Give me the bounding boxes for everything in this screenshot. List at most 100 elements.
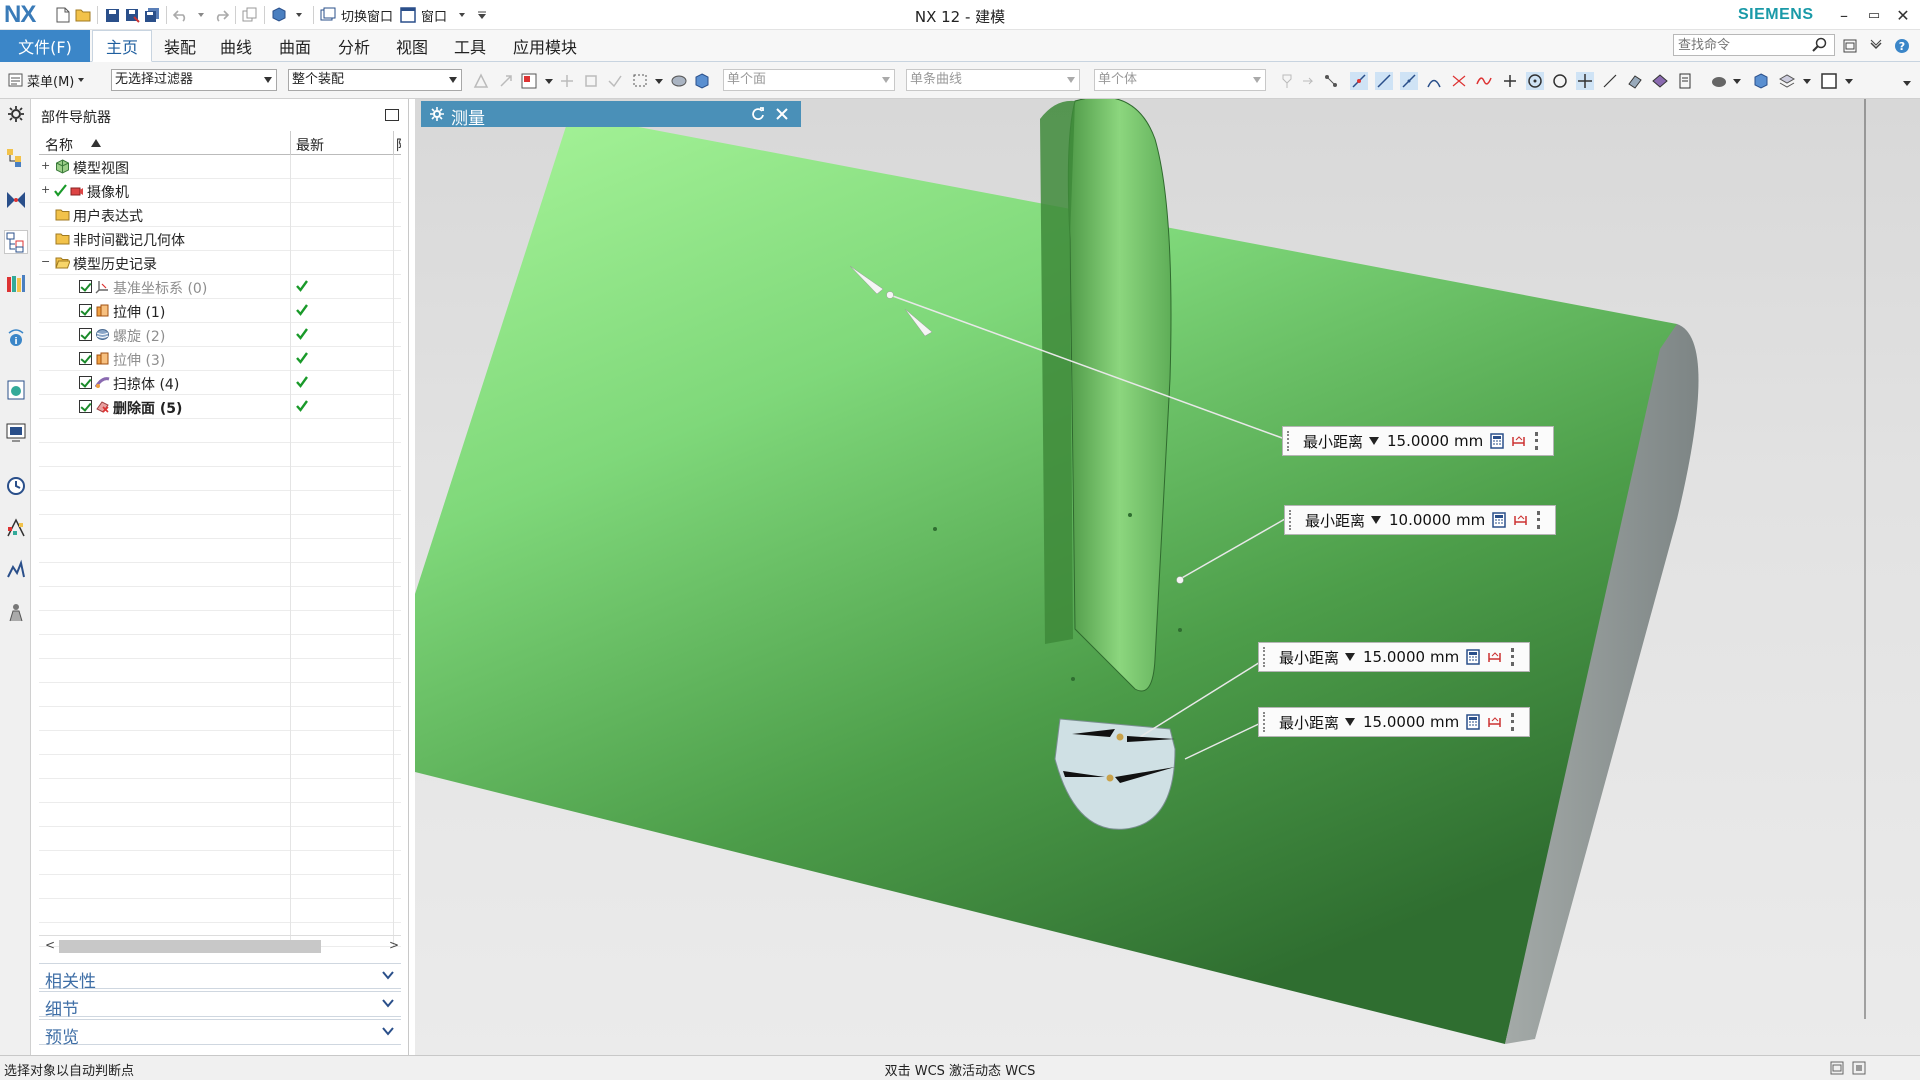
customize-qat-icon[interactable] [473, 6, 491, 24]
assembly-navigator-icon[interactable] [5, 147, 27, 169]
dimension-label-1[interactable]: 最小距离 15.0000 mm [1282, 426, 1554, 456]
select-body-icon[interactable] [670, 72, 688, 90]
column-header-name[interactable]: 名称 [45, 135, 73, 155]
close-button[interactable]: ✕ [1889, 3, 1917, 27]
save-all-icon[interactable] [143, 6, 161, 24]
drag-handle[interactable] [1263, 647, 1273, 667]
maximize-panel-button[interactable] [385, 109, 399, 121]
end-point-snap-icon[interactable] [1375, 72, 1393, 90]
tree-node-extrude-1[interactable]: 拉伸 (1) [39, 299, 401, 323]
expand-toggle[interactable]: + [41, 160, 50, 171]
graphics-window[interactable]: 测量 最小距离 15.0000 mm 最小距离 10.0000 mm 最小距离 … [415, 99, 1920, 1055]
switch-window-button[interactable]: 切换窗口 [341, 6, 393, 25]
visibility-checkbox[interactable] [79, 280, 92, 293]
measure-dialog-header[interactable]: 测量 [421, 101, 801, 129]
shaded-view-icon[interactable] [1752, 72, 1770, 90]
save-icon[interactable] [103, 6, 121, 24]
chevron-down-icon[interactable] [453, 6, 471, 24]
visibility-checkbox[interactable] [79, 304, 92, 317]
create-annotation-icon[interactable] [1511, 433, 1527, 449]
tree-node-helix-2[interactable]: 螺旋 (2) [39, 323, 401, 347]
layer-icon[interactable] [1778, 72, 1796, 90]
dropdown-arrow-icon[interactable] [1345, 653, 1356, 661]
collapse-toggle[interactable]: − [41, 256, 50, 267]
snap-enabled-icon[interactable] [1350, 72, 1368, 90]
create-annotation-icon[interactable] [1513, 512, 1529, 528]
open-folder-icon[interactable] [74, 6, 92, 24]
drag-handle[interactable] [1287, 431, 1297, 451]
roles-icon[interactable] [5, 601, 27, 623]
dropdown-arrow-icon[interactable] [1371, 516, 1382, 524]
select-parent-icon[interactable] [582, 72, 600, 90]
tree-node-model-views[interactable]: + 模型视图 [39, 155, 401, 179]
calculator-icon[interactable] [1465, 714, 1481, 730]
restore-button[interactable]: ▭ [1860, 3, 1888, 27]
hd3d-tools-icon[interactable]: i [5, 327, 27, 349]
more-options-icon[interactable] [1535, 432, 1539, 450]
expand-toggle[interactable]: + [41, 184, 50, 195]
tab-analysis[interactable]: 分析 [326, 30, 382, 62]
measure-type-select[interactable]: 最小距离 [1303, 431, 1363, 452]
render-style-icon[interactable] [1710, 72, 1728, 90]
column-header-extra[interactable]: 附 [396, 135, 401, 155]
quadrant-snap-icon[interactable] [1551, 72, 1569, 90]
details-section[interactable]: 细节 [39, 991, 401, 1020]
tree-node-delete-face-5[interactable]: 删除面 (5) [39, 395, 401, 419]
preview-section[interactable]: 预览 [39, 1019, 401, 1048]
perpendicular-snap-icon[interactable] [1501, 72, 1519, 90]
select-feature-icon[interactable] [558, 72, 576, 90]
point-on-curve-snap-icon[interactable] [1601, 72, 1619, 90]
tab-view[interactable]: 视图 [384, 30, 440, 62]
tab-curve[interactable]: 曲线 [208, 30, 264, 62]
face-rule-combo[interactable]: 单个面 [723, 69, 895, 91]
collapse-ribbon-icon[interactable] [1868, 38, 1884, 54]
chevron-down-icon[interactable] [650, 72, 668, 90]
dependencies-section[interactable]: 相关性 [39, 963, 401, 992]
create-annotation-icon[interactable] [1487, 649, 1503, 665]
pole-snap-icon[interactable] [1676, 72, 1694, 90]
visibility-checkbox[interactable] [79, 376, 92, 389]
existing-point-snap-icon[interactable] [1576, 72, 1594, 90]
web-browser-icon[interactable] [5, 379, 27, 401]
column-header-latest[interactable]: 最新 [296, 135, 324, 155]
more-options-icon[interactable] [1537, 511, 1541, 529]
tree-node-datum-csys[interactable]: 基准坐标系 (0) [39, 275, 401, 299]
system-materials-icon[interactable] [5, 517, 27, 539]
visibility-checkbox[interactable] [79, 328, 92, 341]
new-file-icon[interactable] [54, 6, 72, 24]
switch-window-icon[interactable] [319, 6, 337, 24]
visibility-checkbox[interactable] [79, 352, 92, 365]
dimension-label-2[interactable]: 最小距离 10.0000 mm [1284, 505, 1556, 535]
dropdown-arrow-icon[interactable] [1369, 437, 1380, 445]
dimension-label-3[interactable]: 最小距离 15.0000 mm [1258, 642, 1530, 672]
tab-home[interactable]: 主页 [92, 30, 152, 62]
tree-node-user-expressions[interactable]: 用户表达式 [39, 203, 401, 227]
bounded-grid-snap-icon[interactable] [1651, 72, 1669, 90]
drag-handle[interactable] [1289, 510, 1299, 530]
settings-icon[interactable] [5, 103, 27, 125]
history-icon[interactable] [5, 475, 27, 497]
reuse-library-icon[interactable] [5, 273, 27, 295]
more-options-icon[interactable] [1511, 713, 1515, 731]
window-menu-button[interactable]: 窗口 [421, 6, 447, 25]
control-point-snap-icon[interactable] [1425, 72, 1443, 90]
constraint-navigator-icon[interactable] [5, 189, 27, 211]
tree-node-unused-geometry[interactable]: 非时间戳记几何体 [39, 227, 401, 251]
column-divider[interactable] [290, 131, 291, 155]
point-on-face-snap-icon[interactable] [1626, 72, 1644, 90]
scroll-left-arrow-icon[interactable]: < [45, 938, 55, 952]
tree-node-extrude-3[interactable]: 拉伸 (3) [39, 347, 401, 371]
command-search-input[interactable] [1673, 34, 1835, 56]
snap-points-icon[interactable] [1322, 72, 1340, 90]
selection-scope-combo[interactable]: 整个装配 [288, 69, 462, 91]
redo-icon[interactable] [212, 6, 230, 24]
snap-arrow-icon[interactable] [1300, 72, 1318, 90]
history-palette-icon[interactable] [5, 421, 27, 443]
ribbon-options-icon[interactable] [1842, 38, 1858, 54]
scrollbar-thumb[interactable] [59, 940, 321, 953]
rectangle-select-icon[interactable] [632, 72, 650, 90]
window-icon[interactable] [399, 6, 417, 24]
curve-snap-icon[interactable] [1475, 72, 1493, 90]
process-studio-icon[interactable] [5, 559, 27, 581]
model-scene[interactable] [415, 99, 1920, 1055]
